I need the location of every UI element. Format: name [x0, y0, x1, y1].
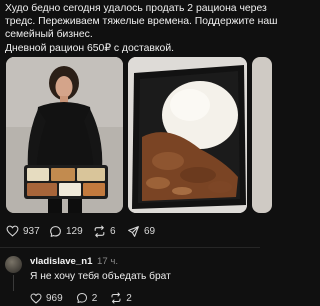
- thread-line: [13, 275, 14, 291]
- post-line: Худо бедно сегодня удалось продать 2 рац…: [5, 3, 267, 14]
- heart-icon: [30, 292, 42, 304]
- reply-text: Я не хочу тебя объедать брат: [30, 271, 171, 282]
- like-count: 937: [23, 225, 40, 237]
- avatar[interactable]: [5, 256, 22, 273]
- reply-comment-button[interactable]: 2: [76, 292, 98, 304]
- share-count: 69: [144, 225, 156, 237]
- comment-icon: [50, 225, 61, 237]
- repost-icon: [111, 292, 121, 304]
- reply-item[interactable]: vladislave_n1 17 ч. Я не хочу тебя объед…: [0, 252, 260, 306]
- photo-rice-and-meat-image: [128, 57, 247, 213]
- reply-action-bar: 969 2 2: [30, 292, 132, 304]
- post-action-bar: 937 129 6 69: [0, 222, 260, 240]
- heart-icon: [6, 225, 19, 237]
- reply-repost-count: 2: [126, 292, 132, 304]
- photo-rice-and-meat[interactable]: [128, 57, 247, 213]
- post-line: семейный бизнес.: [5, 29, 93, 41]
- photo-partial[interactable]: [252, 57, 272, 213]
- reply-like-count: 969: [46, 292, 63, 304]
- post-line: Дневной рацион 650₽ с доставкой.: [5, 42, 175, 54]
- comment-count: 129: [66, 225, 83, 237]
- divider: [0, 247, 260, 248]
- share-icon: [128, 225, 139, 237]
- post-line: тредс. Переживаем тяжелые времена. Подде…: [5, 16, 278, 28]
- repost-count: 6: [110, 225, 116, 237]
- reply-username[interactable]: vladislave_n1: [30, 256, 92, 267]
- reply-comment-count: 2: [91, 292, 98, 304]
- repost-icon: [94, 225, 105, 237]
- repost-button[interactable]: 6: [93, 225, 116, 238]
- share-button[interactable]: 69: [127, 225, 155, 238]
- post-text: Худо бедно сегодня удалось продать 2 рац…: [5, 2, 278, 55]
- photo-man-with-tray[interactable]: [6, 57, 123, 213]
- reply-timestamp: 17 ч.: [97, 256, 119, 267]
- comment-button[interactable]: 129: [49, 225, 83, 238]
- photo-man-with-tray-image: [6, 57, 123, 213]
- comment-icon: [76, 293, 87, 303]
- media-carousel[interactable]: [0, 57, 272, 213]
- like-button[interactable]: 937: [6, 225, 40, 237]
- reply-repost-button[interactable]: 2: [110, 292, 132, 304]
- reply-like-button[interactable]: 969: [30, 293, 63, 304]
